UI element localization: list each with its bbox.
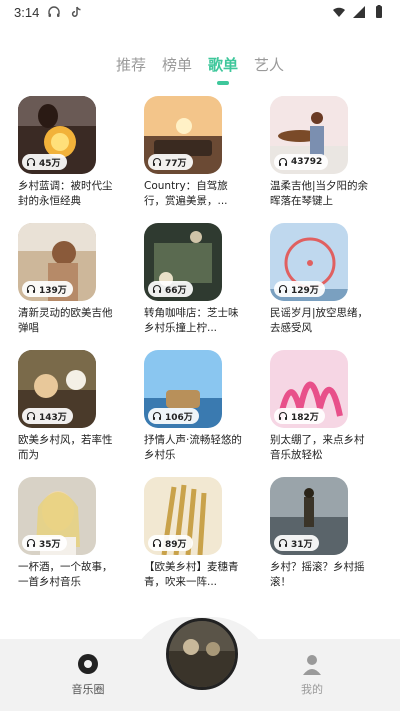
playlist-cover: 182万 [270, 350, 348, 428]
headphones-icon [152, 284, 162, 293]
play-count-badge: 106万 [148, 408, 199, 424]
tab-charts[interactable]: 榜单 [162, 54, 192, 85]
playlist-card[interactable]: 43792 温柔吉他|当夕阳的余晖落在琴键上 [266, 96, 378, 209]
music-circle-icon [78, 654, 98, 674]
wifi-icon [333, 7, 345, 17]
play-count-badge: 129万 [274, 281, 325, 297]
tiktok-status-icon [72, 6, 81, 17]
now-playing-cover [169, 621, 235, 687]
playlist-card[interactable]: 129万 民谣岁月|放空思绪，去感受风 [266, 223, 378, 336]
headphones-status-icon [48, 6, 61, 17]
play-count-badge: 182万 [274, 408, 325, 424]
play-count-badge: 43792 [274, 154, 329, 170]
playlist-title: 【欧美乡村】麦穗青青，吹来一阵... [144, 561, 239, 588]
playlist-cover: 143万 [18, 350, 96, 428]
tab-recommend[interactable]: 推荐 [116, 54, 146, 85]
signal-icon [353, 6, 365, 18]
playlist-title: 抒情人声·流畅轻悠的乡村乐 [144, 434, 242, 461]
playlist-title: 别太绷了，来点乡村音乐放轻松 [270, 434, 365, 461]
playlist-card[interactable]: 143万 欧美乡村风，若率性而为 [14, 350, 126, 463]
playlist-cover: 31万 [270, 477, 348, 555]
play-count-badge: 89万 [148, 535, 193, 551]
playlist-cover: 89万 [144, 477, 222, 555]
playlist-card[interactable]: 31万 乡村？摇滚？乡村摇滚！ [266, 477, 378, 590]
playlist-grid: 45万 乡村蓝调：被时代尘封的永恒经典 77万 Country：自驾旅行，赏遍美… [14, 96, 386, 590]
playlist-card[interactable]: 139万 清新灵动的欧美吉他弹唱 [14, 223, 126, 336]
status-time: 3:14 [14, 4, 40, 20]
headphones-icon [278, 538, 288, 547]
playlist-card[interactable]: 77万 Country：自驾旅行，赏遍美景，... [140, 96, 252, 209]
headphones-icon [26, 284, 36, 293]
category-tabs: 推荐 榜单 歌单 艺人 [0, 54, 400, 85]
playlist-cover: 43792 [270, 96, 348, 174]
playlist-title: 温柔吉他|当夕阳的余晖落在琴键上 [270, 180, 369, 207]
nav-mine[interactable]: 我的 [282, 653, 342, 697]
headphones-icon [152, 157, 162, 166]
playlist-cover: 77万 [144, 96, 222, 174]
play-count-badge: 66万 [148, 281, 193, 297]
playlist-title: 民谣岁月|放空思绪，去感受风 [270, 307, 369, 334]
playlist-title: 一杯酒，一个故事，一首乡村音乐 [18, 561, 113, 588]
status-bar: 3:14 [0, 0, 400, 24]
tab-artists[interactable]: 艺人 [254, 54, 284, 85]
headphones-icon [278, 157, 288, 166]
headphones-icon [26, 411, 36, 420]
play-count-badge: 77万 [148, 154, 193, 170]
active-tab-indicator [217, 81, 229, 85]
playlist-card[interactable]: 66万 转角咖啡店：芝士味乡村乐撞上柠... [140, 223, 252, 336]
playlist-cover: 35万 [18, 477, 96, 555]
playlist-cover: 45万 [18, 96, 96, 174]
now-playing-disc[interactable] [166, 618, 238, 690]
play-count-badge: 143万 [22, 408, 73, 424]
playlist-title: 欧美乡村风，若率性而为 [18, 434, 113, 461]
headphones-icon [152, 411, 162, 420]
playlist-card[interactable]: 35万 一杯酒，一个故事，一首乡村音乐 [14, 477, 126, 590]
playlist-title: 清新灵动的欧美吉他弹唱 [18, 307, 113, 334]
playlist-title: 转角咖啡店：芝士味乡村乐撞上柠... [144, 307, 239, 334]
playlist-cover: 106万 [144, 350, 222, 428]
playlist-cover: 66万 [144, 223, 222, 301]
play-count-badge: 35万 [22, 535, 67, 551]
play-count-badge: 139万 [22, 281, 73, 297]
playlist-title: 乡村蓝调：被时代尘封的永恒经典 [18, 180, 113, 207]
playlist-card[interactable]: 89万 【欧美乡村】麦穗青青，吹来一阵... [140, 477, 252, 590]
headphones-icon [278, 284, 288, 293]
headphones-icon [152, 538, 162, 547]
playlist-cover: 139万 [18, 223, 96, 301]
profile-icon [303, 655, 321, 675]
playlist-title: Country：自驾旅行，赏遍美景，... [144, 180, 228, 207]
play-count-badge: 45万 [22, 154, 67, 170]
playlist-card[interactable]: 45万 乡村蓝调：被时代尘封的永恒经典 [14, 96, 126, 209]
headphones-icon [26, 157, 36, 166]
headphones-icon [278, 411, 288, 420]
battery-icon [376, 5, 382, 18]
playlist-card[interactable]: 182万 别太绷了，来点乡村音乐放轻松 [266, 350, 378, 463]
play-count-badge: 31万 [274, 535, 319, 551]
playlist-card[interactable]: 106万 抒情人声·流畅轻悠的乡村乐 [140, 350, 252, 463]
tab-playlists[interactable]: 歌单 [208, 54, 238, 85]
nav-music-circle[interactable]: 音乐圈 [58, 653, 118, 697]
playlist-cover: 129万 [270, 223, 348, 301]
playlist-title: 乡村？摇滚？乡村摇滚！ [270, 561, 365, 588]
headphones-icon [26, 538, 36, 547]
